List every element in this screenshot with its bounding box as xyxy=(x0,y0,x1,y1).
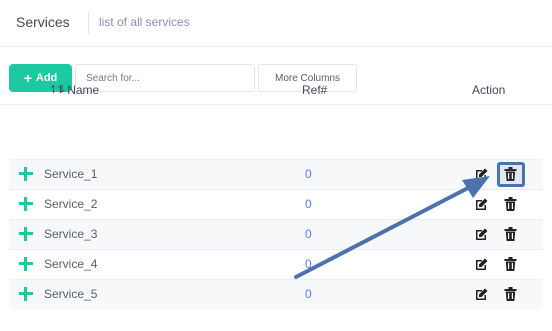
ref-link[interactable]: 0 xyxy=(305,197,312,211)
edit-icon[interactable] xyxy=(475,198,488,211)
column-header-name[interactable]: ↿⥮ Name xyxy=(49,83,99,97)
table-row: Service_1 0 xyxy=(9,159,543,189)
table-row: Service_4 0 xyxy=(9,249,543,279)
expand-icon[interactable] xyxy=(19,197,33,211)
service-name: Service_2 xyxy=(44,197,98,211)
page-subtitle: list of all services xyxy=(99,15,190,29)
edit-icon[interactable] xyxy=(475,288,488,301)
service-name: Service_5 xyxy=(44,287,98,301)
table-row: Service_3 0 xyxy=(9,219,543,249)
page-title: Services xyxy=(16,14,70,30)
delete-highlight-box xyxy=(497,162,525,187)
service-name: Service_1 xyxy=(44,167,98,181)
ref-link[interactable]: 0 xyxy=(305,167,312,181)
ref-link[interactable]: 0 xyxy=(305,227,312,241)
trash-icon[interactable] xyxy=(504,257,517,271)
expand-icon[interactable] xyxy=(19,167,33,181)
expand-icon[interactable] xyxy=(19,287,33,301)
sort-icon[interactable]: ↿⥮ xyxy=(49,83,65,97)
table-row: Service_2 0 xyxy=(9,189,543,219)
ref-link[interactable]: 0 xyxy=(305,287,312,301)
table-row: Service_5 0 xyxy=(9,279,543,309)
service-name: Service_4 xyxy=(44,257,98,271)
column-header-action: Action xyxy=(472,83,506,97)
column-header-ref: Ref# xyxy=(302,83,328,97)
trash-icon[interactable] xyxy=(504,227,517,241)
expand-icon[interactable] xyxy=(19,257,33,271)
trash-icon[interactable] xyxy=(504,287,517,301)
service-name: Service_3 xyxy=(44,227,98,241)
edit-icon[interactable] xyxy=(475,258,488,271)
page-header: Services list of all services xyxy=(0,0,552,47)
expand-icon[interactable] xyxy=(19,227,33,241)
edit-icon[interactable] xyxy=(475,228,488,241)
edit-icon[interactable] xyxy=(475,168,488,181)
title-divider xyxy=(88,12,89,34)
ref-link[interactable]: 0 xyxy=(305,257,312,271)
trash-icon[interactable] xyxy=(504,197,517,211)
column-header-name-label: Name xyxy=(67,83,100,97)
table-header: ↿⥮ Name Ref# Action xyxy=(9,79,543,103)
